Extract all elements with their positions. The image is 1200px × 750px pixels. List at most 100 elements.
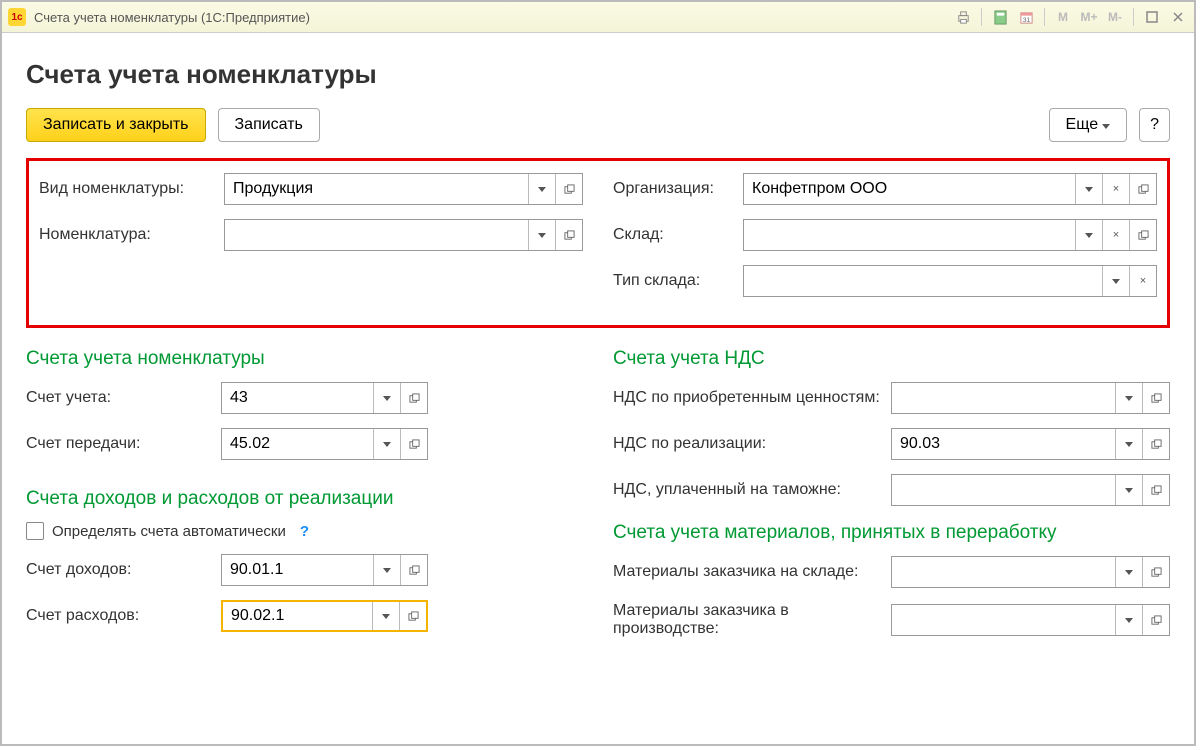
dropdown-icon[interactable] — [1102, 266, 1129, 296]
dropdown-icon[interactable] — [528, 220, 555, 250]
dropdown-icon[interactable] — [1075, 174, 1102, 204]
memory-mminus-icon[interactable]: M- — [1105, 7, 1125, 27]
clear-icon[interactable]: × — [1102, 174, 1129, 204]
open-icon[interactable] — [555, 220, 582, 250]
organization-input[interactable] — [744, 174, 1075, 204]
vat-customs-input[interactable] — [892, 475, 1115, 505]
more-button-label: Еще — [1066, 116, 1099, 134]
calendar-icon[interactable]: 31 — [1016, 7, 1036, 27]
nomenclature-type-input[interactable] — [225, 174, 528, 204]
title-bar: 1c Счета учета номенклатуры (1С:Предприя… — [2, 2, 1194, 33]
vat-sales-picker[interactable] — [891, 428, 1170, 460]
transfer-picker[interactable] — [221, 428, 428, 460]
save-and-close-button[interactable]: Записать и закрыть — [26, 108, 206, 142]
auto-accounts-label: Определять счета автоматически — [52, 523, 286, 540]
memory-mplus-icon[interactable]: M+ — [1079, 7, 1099, 27]
organization-label: Организация: — [613, 180, 743, 198]
app-logo-icon: 1c — [8, 8, 26, 26]
dropdown-icon[interactable] — [1115, 557, 1142, 587]
close-icon[interactable] — [1168, 7, 1188, 27]
nomenclature-label: Номенклатура: — [39, 226, 224, 244]
open-icon[interactable] — [555, 174, 582, 204]
dropdown-icon[interactable] — [1115, 605, 1142, 635]
warehouse-type-input[interactable] — [744, 266, 1102, 296]
expense-picker[interactable] — [221, 600, 428, 632]
account-input[interactable] — [222, 383, 373, 413]
dropdown-icon[interactable] — [373, 555, 400, 585]
print-icon[interactable] — [953, 7, 973, 27]
dropdown-icon[interactable] — [528, 174, 555, 204]
vat-customs-label: НДС, уплаченный на таможне: — [613, 481, 891, 499]
window-title: Счета учета номенклатуры (1С:Предприятие… — [34, 10, 310, 25]
vat-purchased-picker[interactable] — [891, 382, 1170, 414]
open-icon[interactable] — [1142, 475, 1169, 505]
income-input[interactable] — [222, 555, 373, 585]
income-picker[interactable] — [221, 554, 428, 586]
auto-accounts-checkbox[interactable] — [26, 522, 44, 540]
account-label: Счет учета: — [26, 389, 221, 407]
more-button[interactable]: Еще — [1049, 108, 1128, 142]
expense-input[interactable] — [223, 602, 372, 630]
nomenclature-type-label: Вид номенклатуры: — [39, 180, 224, 198]
open-icon[interactable] — [1129, 174, 1156, 204]
clear-icon[interactable]: × — [1129, 266, 1156, 296]
dropdown-icon[interactable] — [1075, 220, 1102, 250]
materials-prod-input[interactable] — [892, 605, 1115, 635]
materials-stock-picker[interactable] — [891, 556, 1170, 588]
warehouse-picker[interactable]: × — [743, 219, 1157, 251]
open-icon[interactable] — [1142, 605, 1169, 635]
dropdown-icon[interactable] — [1115, 429, 1142, 459]
materials-stock-label: Материалы заказчика на складе: — [613, 563, 891, 581]
open-icon[interactable] — [400, 555, 427, 585]
transfer-label: Счет передачи: — [26, 435, 221, 453]
calculator-icon[interactable] — [990, 7, 1010, 27]
section-materials: Счета учета материалов, принятых в перер… — [613, 522, 1170, 544]
open-icon[interactable] — [1142, 383, 1169, 413]
transfer-input[interactable] — [222, 429, 373, 459]
save-button[interactable]: Записать — [218, 108, 320, 142]
warehouse-input[interactable] — [744, 220, 1075, 250]
help-hint-icon[interactable]: ? — [300, 523, 309, 540]
expense-label: Счет расходов: — [26, 607, 221, 625]
nomenclature-type-picker[interactable] — [224, 173, 583, 205]
open-icon[interactable] — [1142, 429, 1169, 459]
dropdown-icon[interactable] — [373, 429, 400, 459]
open-icon[interactable] — [399, 602, 426, 630]
vat-purchased-input[interactable] — [892, 383, 1115, 413]
app-window: 1c Счета учета номенклатуры (1С:Предприя… — [0, 0, 1196, 746]
dropdown-icon[interactable] — [1115, 475, 1142, 505]
page-title: Счета учета номенклатуры — [26, 59, 1170, 90]
vat-sales-input[interactable] — [892, 429, 1115, 459]
materials-prod-label: Материалы заказчика в производстве: — [613, 602, 891, 638]
open-icon[interactable] — [400, 429, 427, 459]
open-icon[interactable] — [1129, 220, 1156, 250]
income-label: Счет доходов: — [26, 561, 221, 579]
open-icon[interactable] — [1142, 557, 1169, 587]
section-sales: Счета доходов и расходов от реализации — [26, 488, 583, 510]
account-picker[interactable] — [221, 382, 428, 414]
memory-m-icon[interactable]: M — [1053, 7, 1073, 27]
warehouse-type-picker[interactable]: × — [743, 265, 1157, 297]
section-accounts: Счета учета номенклатуры — [26, 348, 583, 370]
materials-stock-input[interactable] — [892, 557, 1115, 587]
warehouse-label: Склад: — [613, 226, 743, 244]
nomenclature-picker[interactable] — [224, 219, 583, 251]
vat-purchased-label: НДС по приобретенным ценностям: — [613, 389, 891, 407]
vat-customs-picker[interactable] — [891, 474, 1170, 506]
nomenclature-input[interactable] — [225, 220, 528, 250]
auto-accounts-checkbox-row: Определять счета автоматически ? — [26, 522, 583, 540]
materials-prod-picker[interactable] — [891, 604, 1170, 636]
filter-highlight-box: Вид номенклатуры: Номенклатура: — [26, 158, 1170, 328]
section-vat: Счета учета НДС — [613, 348, 1170, 370]
dropdown-icon[interactable] — [373, 383, 400, 413]
warehouse-type-label: Тип склада: — [613, 272, 743, 290]
help-button[interactable]: ? — [1139, 108, 1170, 142]
open-icon[interactable] — [400, 383, 427, 413]
vat-sales-label: НДС по реализации: — [613, 435, 891, 453]
dropdown-icon[interactable] — [1115, 383, 1142, 413]
clear-icon[interactable]: × — [1102, 220, 1129, 250]
dropdown-icon[interactable] — [372, 602, 399, 630]
maximize-icon[interactable] — [1142, 7, 1162, 27]
chevron-down-icon — [1102, 116, 1110, 134]
organization-picker[interactable]: × — [743, 173, 1157, 205]
